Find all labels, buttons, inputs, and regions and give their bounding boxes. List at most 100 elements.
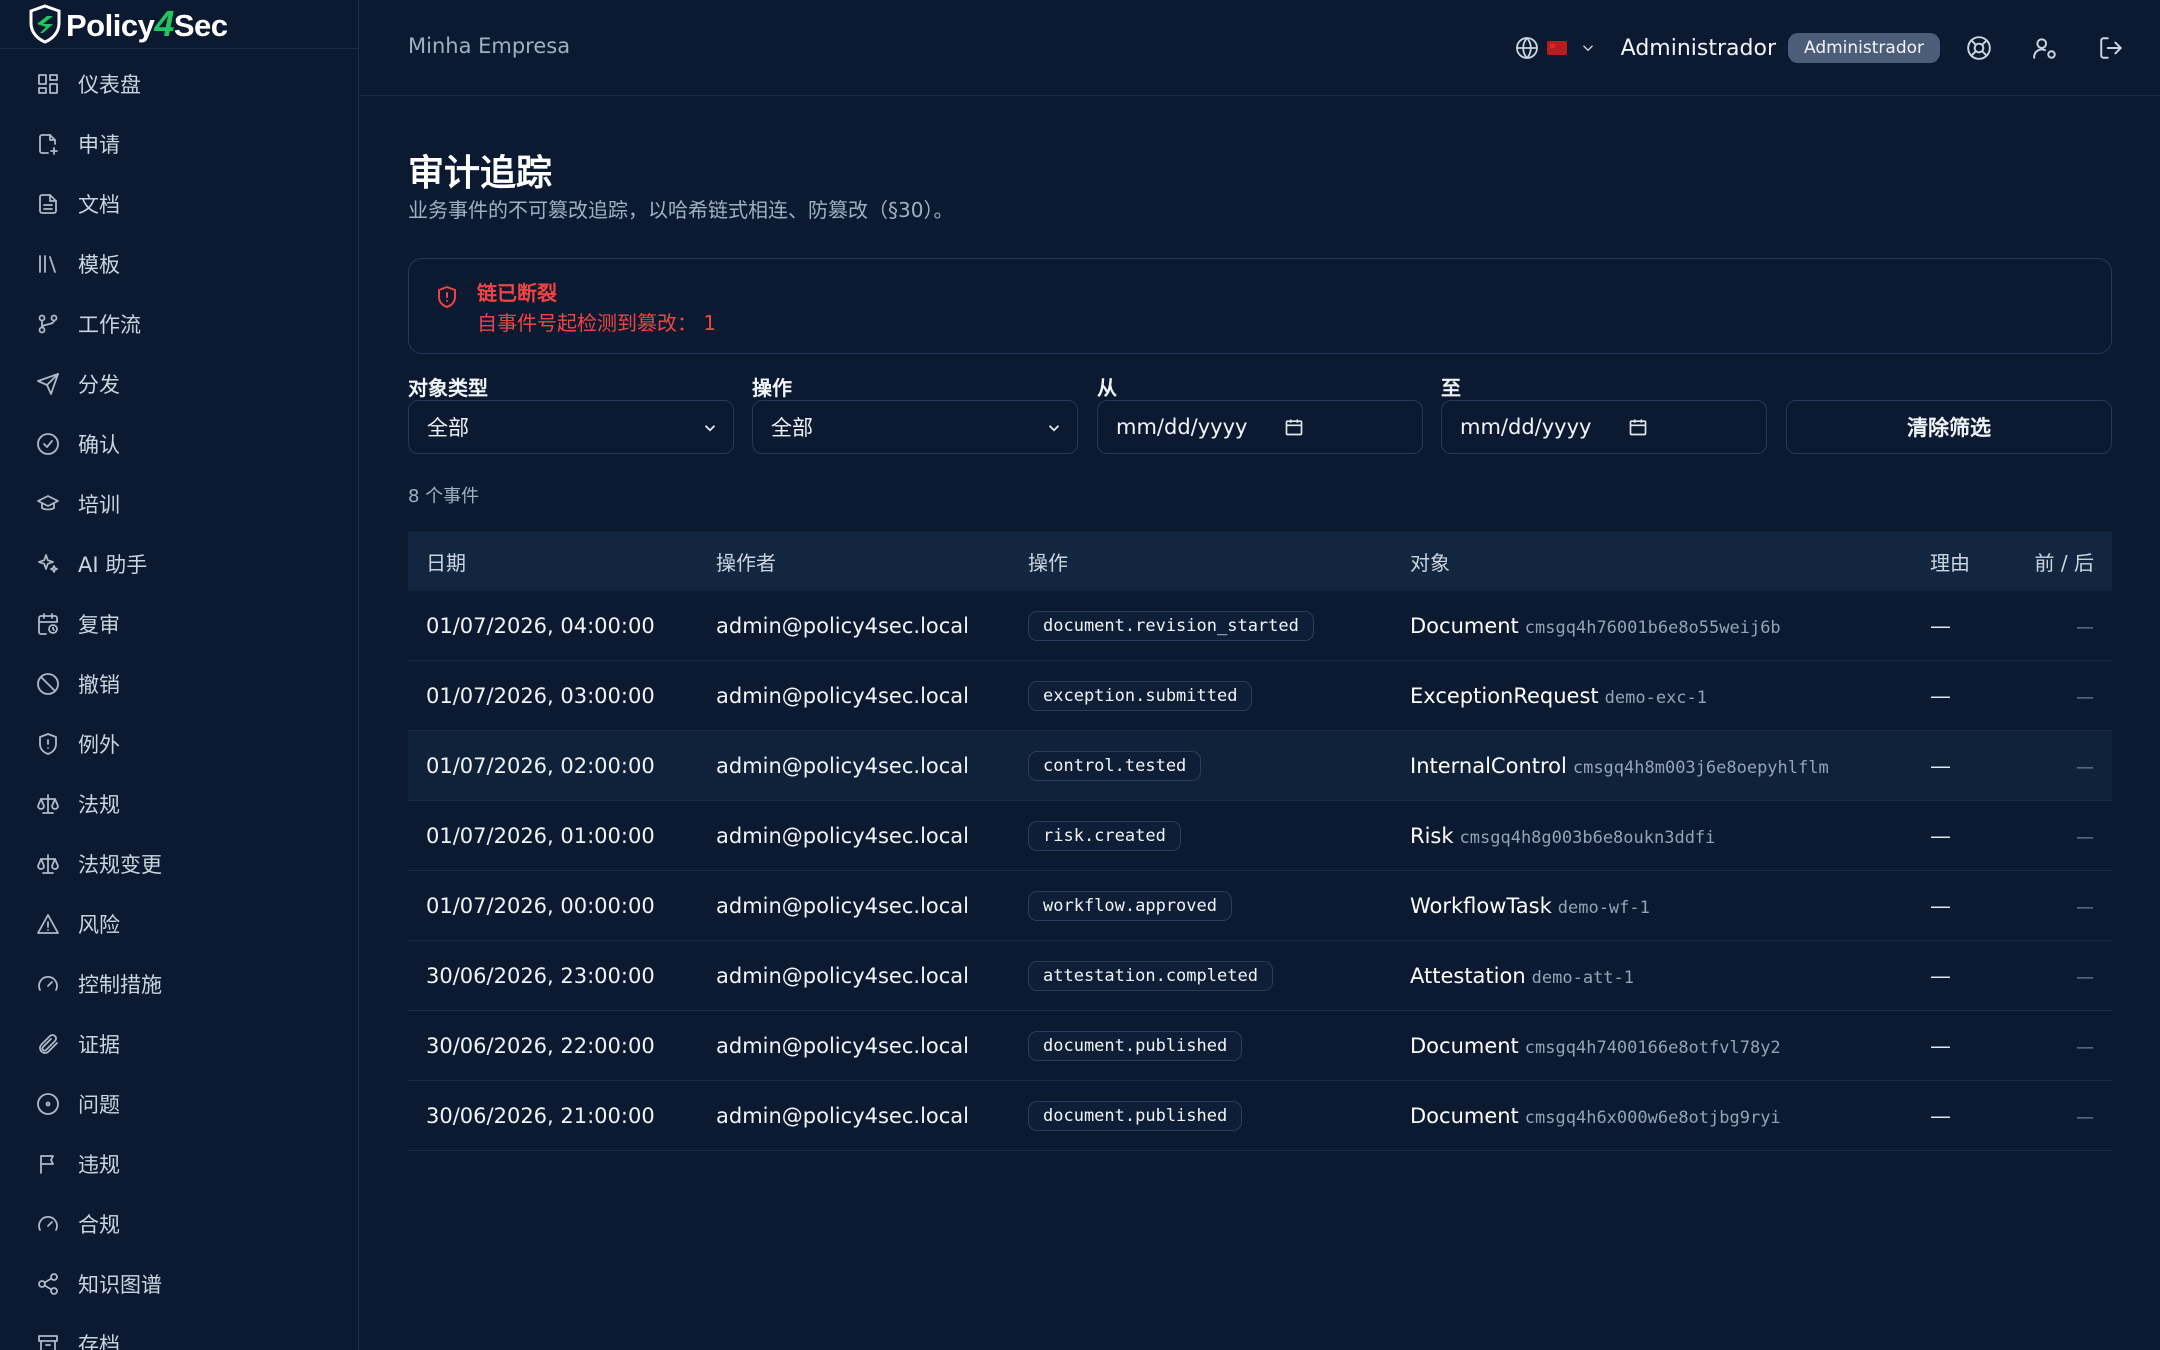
sidebar-item[interactable]: AI 助手	[0, 534, 358, 594]
object-type: ExceptionRequest	[1410, 683, 1599, 708]
sidebar-item-label: 例外	[78, 733, 120, 757]
paperclip-icon	[36, 1032, 60, 1056]
header-date[interactable]: 日期	[408, 547, 698, 576]
sidebar-item[interactable]: 确认	[0, 414, 358, 474]
sidebar-item[interactable]: 申请	[0, 114, 358, 174]
language-switcher[interactable]	[1515, 36, 1597, 60]
sidebar-item[interactable]: 控制措施	[0, 954, 358, 1014]
table-row[interactable]: 30/06/2026, 23:00:00 admin@policy4sec.loc…	[408, 941, 2112, 1011]
table-row[interactable]: 30/06/2026, 22:00:00 admin@policy4sec.loc…	[408, 1011, 2112, 1081]
header-before-after[interactable]: 前 / 后	[2000, 547, 2112, 576]
calendar-clock-icon	[36, 612, 60, 636]
header-operation[interactable]: 操作	[1010, 547, 1392, 576]
table-row[interactable]: 30/06/2026, 21:00:00 admin@policy4sec.loc…	[408, 1081, 2112, 1151]
header-actor[interactable]: 操作者	[698, 547, 1010, 576]
header-reason[interactable]: 理由	[1912, 547, 2000, 576]
sidebar-item-label: 撤销	[78, 673, 120, 697]
cell-reason: —	[1912, 964, 2000, 988]
operation-filter: 操作 全部	[752, 372, 1078, 454]
object-type-select[interactable]: 全部	[408, 400, 734, 454]
sidebar-item[interactable]: 法规变更	[0, 834, 358, 894]
sidebar-item[interactable]: 模板	[0, 234, 358, 294]
object-type-filter: 对象类型 全部	[408, 372, 734, 454]
sidebar-item-label: 风险	[78, 913, 120, 937]
before-after-value: —	[2076, 1106, 2094, 1128]
cell-reason: —	[1912, 684, 2000, 708]
reason-value: —	[1930, 1103, 1951, 1128]
audit-table: 日期 操作者 操作 对象 理由 前 / 后 01/07/2026, 04:00:…	[408, 531, 2112, 1151]
topbar-actions: Administrador Administrador	[1515, 28, 2124, 68]
sidebar-item[interactable]: 风险	[0, 894, 358, 954]
alert-title: 链已断裂	[477, 281, 557, 305]
cell-actor: admin@policy4sec.local	[716, 753, 969, 778]
sidebar-item[interactable]: 培训	[0, 474, 358, 534]
table-row[interactable]: 01/07/2026, 04:00:00 admin@policy4sec.loc…	[408, 591, 2112, 661]
table-row[interactable]: 01/07/2026, 03:00:00 admin@policy4sec.loc…	[408, 661, 2112, 731]
sidebar-item-label: 证据	[78, 1033, 120, 1057]
sidebar-item[interactable]: 仪表盘	[0, 54, 358, 114]
object-id: demo-att-1	[1531, 967, 1635, 988]
calendar-icon[interactable]	[1628, 417, 1648, 437]
object-id: cmsgq4h8g003b6e8oukn3ddfi	[1459, 827, 1716, 848]
operation-pill: control.tested	[1028, 750, 1202, 781]
check-circle-icon	[36, 432, 60, 456]
from-date-filter: 从 mm/dd/yyyy	[1097, 372, 1423, 454]
alert-message: 自事件号起检测到篡改： 1	[477, 311, 717, 335]
sidebar-item[interactable]: 证据	[0, 1014, 358, 1074]
brand-logo[interactable]: Policy4Sec	[0, 0, 358, 49]
table-row[interactable]: 01/07/2026, 00:00:00 admin@policy4sec.loc…	[408, 871, 2112, 941]
table-header: 日期 操作者 操作 对象 理由 前 / 后	[408, 531, 2112, 591]
cell-object: ExceptionRequest demo-exc-1	[1392, 684, 1912, 708]
user-name[interactable]: Administrador	[1621, 36, 1776, 61]
sidebar-item[interactable]: 问题	[0, 1074, 358, 1134]
cell-operation: document.revision_started	[1010, 610, 1392, 641]
sidebar-item[interactable]: 合规	[0, 1194, 358, 1254]
to-date-label: 至	[1441, 376, 1461, 400]
cell-reason: —	[1912, 894, 2000, 918]
object-type: Document	[1410, 613, 1519, 638]
logout-icon[interactable]	[2098, 35, 2124, 61]
filters-bar: 对象类型 全部 操作 全部 从 mm/dd/yyyy 至 mm/dd/yyyy …	[408, 372, 2112, 456]
archive-icon	[36, 1332, 60, 1350]
sidebar-item[interactable]: 工作流	[0, 294, 358, 354]
cell-operation: workflow.approved	[1010, 890, 1392, 921]
sidebar-item[interactable]: 复审	[0, 594, 358, 654]
sidebar-item-label: 控制措施	[78, 973, 162, 997]
operation-select[interactable]: 全部	[752, 400, 1078, 454]
operation-pill: exception.submitted	[1028, 680, 1253, 711]
table-row[interactable]: 01/07/2026, 01:00:00 admin@policy4sec.loc…	[408, 801, 2112, 871]
cell-date: 30/06/2026, 23:00:00	[426, 963, 655, 988]
clear-filters-button[interactable]: 清除筛选	[1786, 400, 2112, 454]
before-after-value: —	[2076, 966, 2094, 988]
ban-icon	[36, 672, 60, 696]
sidebar-item-label: 文档	[78, 193, 120, 217]
reason-value: —	[1930, 823, 1951, 848]
to-date-input[interactable]: mm/dd/yyyy	[1441, 400, 1767, 454]
object-type: Risk	[1410, 823, 1454, 848]
sidebar-item[interactable]: 违规	[0, 1134, 358, 1194]
sidebar-item[interactable]: 法规	[0, 774, 358, 834]
cell-date: 01/07/2026, 01:00:00	[426, 823, 655, 848]
sidebar-item[interactable]: 文档	[0, 174, 358, 234]
user-settings-icon[interactable]	[2032, 35, 2058, 61]
calendar-icon[interactable]	[1284, 417, 1304, 437]
before-after-value: —	[2076, 616, 2094, 638]
object-id: demo-exc-1	[1604, 687, 1708, 708]
header-object[interactable]: 对象	[1392, 547, 1912, 576]
table-row[interactable]: 01/07/2026, 02:00:00 admin@policy4sec.loc…	[408, 731, 2112, 801]
sidebar-item[interactable]: 例外	[0, 714, 358, 774]
cell-operation: document.published	[1010, 1030, 1392, 1061]
from-date-input[interactable]: mm/dd/yyyy	[1097, 400, 1423, 454]
sidebar-item[interactable]: 撤销	[0, 654, 358, 714]
sidebar-item[interactable]: 分发	[0, 354, 358, 414]
sidebar-item[interactable]: 知识图谱	[0, 1254, 358, 1314]
to-date-filter: 至 mm/dd/yyyy	[1441, 372, 1767, 454]
help-lifebuoy-icon[interactable]	[1966, 35, 1992, 61]
reason-value: —	[1930, 613, 1951, 638]
sidebar-item[interactable]: 存档	[0, 1314, 358, 1350]
cell-actor: admin@policy4sec.local	[716, 1033, 969, 1058]
operation-pill: document.published	[1028, 1100, 1243, 1131]
object-type: Document	[1410, 1033, 1519, 1058]
cell-actor: admin@policy4sec.local	[716, 683, 969, 708]
cell-before-after: —	[2000, 1034, 2112, 1058]
